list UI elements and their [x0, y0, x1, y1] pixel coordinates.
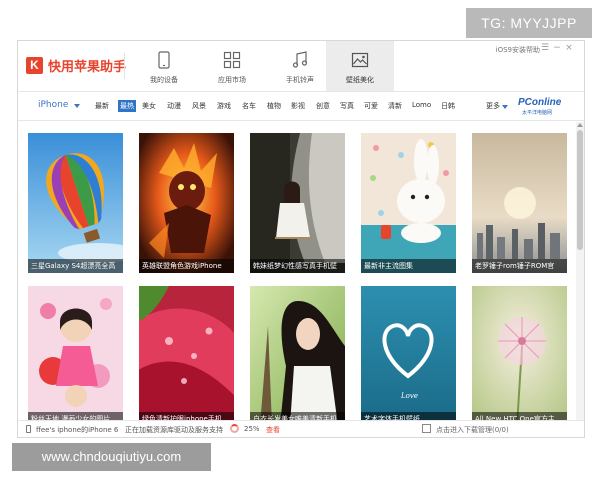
category-plants[interactable]: 植物 [267, 101, 281, 111]
wallpaper-caption: 三星Galaxy S4超漂亮全高 [28, 259, 123, 273]
sponsor-logo-text: PConline [518, 97, 562, 108]
more-categories-button[interactable]: 更多 [486, 101, 500, 111]
ios9-install-help-link[interactable]: iOS9安装帮助 [496, 45, 540, 55]
wallpaper-image [472, 133, 567, 273]
wallpaper-image [250, 286, 345, 420]
nav-tab-ringtones[interactable]: 手机铃声 [266, 41, 334, 91]
wallpaper-caption: 老罗锤子rom锤子ROM官 [472, 259, 567, 273]
category-creative[interactable]: 创意 [316, 101, 330, 111]
wallpaper-caption: 艺术字体手机壁纸 [361, 412, 456, 420]
screenshot-page: TG: MYYJJPP K 快用苹果助手 我的设备 应用市场 手机铃声 壁纸美化 [0, 0, 600, 480]
wallpaper-caption: 粉丝天地 漫画少女的图片 [28, 412, 123, 420]
wallpaper-tile[interactable]: 英雄联盟角色游戏iPhone [139, 133, 234, 273]
category-cars[interactable]: 名车 [242, 101, 256, 111]
loading-percent: 25% [244, 425, 260, 433]
category-lomo[interactable]: Lomo [412, 101, 431, 109]
wallpaper-tile[interactable]: All New HTC One官方主 [472, 286, 567, 420]
device-select[interactable]: iPhone [38, 100, 68, 110]
wallpaper-tile[interactable]: 老罗锤子rom锤子ROM官 [472, 133, 567, 273]
scroll-up-icon[interactable] [577, 123, 583, 127]
loading-status-text: 正在加载资源库驱动及服务支持 [125, 426, 223, 434]
chevron-down-icon[interactable] [502, 105, 508, 109]
wallpaper-caption: 最新非主流图集 [361, 259, 456, 273]
nav-label: 手机铃声 [286, 76, 314, 84]
chevron-down-icon[interactable] [74, 104, 80, 108]
status-bar: ffee's iphone的iPhone 6 正在加载资源库驱动及服务支持 25… [18, 420, 584, 437]
wallpaper-caption: 英雄联盟角色游戏iPhone [139, 259, 234, 273]
wallpaper-image [361, 133, 456, 273]
app-name: 快用苹果助手 [48, 60, 127, 75]
wallpaper-tile[interactable]: 韩妹纸梦幻性感写真手机壁 [250, 133, 345, 273]
close-icon[interactable]: × [564, 43, 574, 53]
wallpaper-image [139, 133, 234, 273]
picture-icon [351, 52, 369, 68]
phone-icon [158, 51, 170, 69]
wallpaper-caption: 白衣长发美女唯美清新手机 [250, 412, 345, 420]
wallpaper-image: Love [361, 286, 456, 420]
view-details-link[interactable]: 查看 [266, 425, 280, 435]
download-manager-link[interactable]: 点击进入下载管理(0/0) [436, 425, 509, 435]
app-header: K 快用苹果助手 我的设备 应用市场 手机铃声 壁纸美化 iOS9安装帮助 ☰ … [18, 41, 584, 91]
wallpaper-grid: 三星Galaxy S4超漂亮全高 英雄联盟角色游戏iPhone 韩妹纸梦幻性感写… [18, 122, 576, 420]
sponsor-logo: PConline 太平洋电脑网 [514, 95, 570, 119]
header-divider [124, 53, 125, 79]
wallpaper-image [139, 286, 234, 420]
category-japan-korea[interactable]: 日韩 [441, 101, 455, 111]
svg-text:Love: Love [400, 392, 418, 400]
wallpaper-caption: All New HTC One官方主 [472, 412, 567, 420]
wallpaper-caption: 韩妹纸梦幻性感写真手机壁 [250, 259, 345, 273]
category-movies[interactable]: 影视 [291, 101, 305, 111]
category-bar: iPhone 最新 最热 美女 动漫 风景 游戏 名车 植物 影视 创意 写真 … [18, 91, 584, 121]
category-newest[interactable]: 最新 [95, 101, 109, 111]
sponsor-logo-subtext: 太平洋电脑网 [522, 110, 553, 116]
nav-tab-wallpapers[interactable]: 壁纸美化 [326, 41, 394, 91]
category-cute[interactable]: 可爱 [364, 101, 378, 111]
wallpaper-image [250, 133, 345, 273]
wallpaper-image [28, 286, 123, 420]
category-games[interactable]: 游戏 [217, 101, 231, 111]
minimize-icon[interactable]: − [552, 43, 562, 53]
category-scenery[interactable]: 风景 [192, 101, 206, 111]
wallpaper-image [472, 286, 567, 420]
phone-icon [26, 425, 31, 433]
nav-label: 壁纸美化 [346, 76, 374, 84]
nav-tab-my-device[interactable]: 我的设备 [130, 41, 198, 91]
category-beauty[interactable]: 美女 [142, 101, 156, 111]
category-anime[interactable]: 动漫 [167, 101, 181, 111]
app-logo: K [26, 57, 43, 74]
wallpaper-caption: 绿色清新护眼iphone手机 [139, 412, 234, 420]
download-icon[interactable] [422, 424, 431, 433]
vertical-scrollbar[interactable] [576, 122, 584, 420]
wallpaper-tile[interactable]: 白衣长发美女唯美清新手机 [250, 286, 345, 420]
wallpaper-tile[interactable]: 最新非主流图集 [361, 133, 456, 273]
wallpaper-tile[interactable]: Love 艺术字体手机壁纸 [361, 286, 456, 420]
nav-label: 我的设备 [150, 76, 178, 84]
watermark-tag: TG: MYYJJPP [466, 8, 592, 38]
category-portrait[interactable]: 写真 [340, 101, 354, 111]
wallpaper-tile[interactable]: 三星Galaxy S4超漂亮全高 [28, 133, 123, 273]
wallpaper-tile[interactable]: 绿色清新护眼iphone手机 [139, 286, 234, 420]
connected-device-name: ffee's iphone的iPhone 6 [36, 426, 119, 434]
apps-grid-icon [223, 51, 241, 69]
menu-icon[interactable]: ☰ [540, 43, 550, 53]
category-fresh[interactable]: 清新 [388, 101, 402, 111]
watermark-site: www.chndouqiutiyu.com [12, 443, 211, 471]
category-hot[interactable]: 最热 [118, 100, 136, 112]
wallpaper-tile[interactable]: 粉丝天地 漫画少女的图片 [28, 286, 123, 420]
scrollbar-thumb[interactable] [577, 130, 583, 250]
loading-spinner-icon [230, 424, 239, 433]
wallpaper-image [28, 133, 123, 273]
nav-tab-app-market[interactable]: 应用市场 [198, 41, 266, 91]
app-window: K 快用苹果助手 我的设备 应用市场 手机铃声 壁纸美化 iOS9安装帮助 ☰ … [17, 40, 585, 438]
nav-label: 应用市场 [218, 76, 246, 84]
music-note-icon [292, 51, 308, 68]
